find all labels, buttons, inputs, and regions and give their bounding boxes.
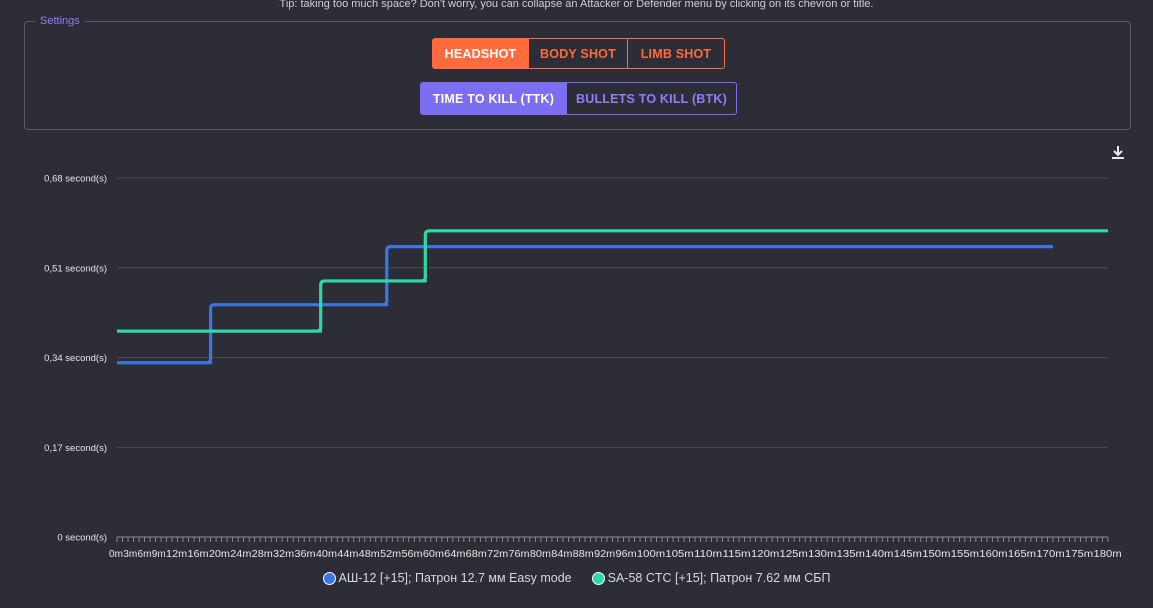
x-tick-label: 175m: [1065, 549, 1093, 560]
x-tick-label: 20m: [209, 549, 230, 560]
x-tick-label: 16m: [187, 549, 208, 560]
x-tick-label: 36m: [294, 549, 315, 560]
metric-toggle-group: TIME TO KILL (TTK) BULLETS TO KILL (BTK): [420, 82, 737, 115]
x-tick-label: 44m: [337, 549, 358, 560]
x-tick-label: 40m: [316, 549, 337, 560]
x-tick-label: 76m: [508, 549, 529, 560]
limb-shot-button[interactable]: LIMB SHOT: [628, 38, 725, 69]
legend-item-sa58[interactable]: SA-58 CTC [+15]; Патрон 7.62 мм СБП: [591, 571, 831, 585]
tip-text: Tip: taking too much space? Don't worry,…: [279, 0, 874, 10]
x-tick-label: 135m: [837, 549, 865, 560]
legend-item-ash12[interactable]: АШ-12 [+15]; Патрон 12.7 мм Easy mode: [322, 571, 572, 585]
x-tick-label: 120m: [751, 549, 779, 560]
x-tick-label: 60m: [423, 549, 444, 560]
x-tick-label: 3m: [123, 549, 137, 560]
series-line-ash12: [117, 245, 1053, 365]
x-tick-label: 72m: [487, 549, 508, 560]
legend-swatch: [322, 571, 336, 585]
x-tick-label: 155m: [951, 549, 979, 560]
legend-swatch: [591, 571, 605, 585]
body-shot-button[interactable]: BODY SHOT: [529, 38, 628, 69]
x-tick-label: 170m: [1036, 549, 1064, 560]
x-tick-label: 105m: [665, 549, 693, 560]
x-tick-label: 9m: [152, 549, 166, 560]
x-tick-label: 68m: [466, 549, 487, 560]
x-tick-label: 145m: [894, 549, 922, 560]
settings-panel: Settings HEADSHOT BODY SHOT LIMB SHOT TI…: [24, 14, 1131, 130]
x-tick-label: 48m: [359, 549, 380, 560]
hit-zone-toggle-group: HEADSHOT BODY SHOT LIMB SHOT: [432, 38, 725, 69]
x-tick-label: 24m: [230, 549, 251, 560]
y-tick-label: 0,34 second(s): [44, 353, 107, 364]
x-tick-label: 130m: [808, 549, 836, 560]
headshot-button[interactable]: HEADSHOT: [432, 38, 529, 69]
y-tick-label: 0,51 second(s): [44, 263, 107, 274]
x-tick-label: 115m: [723, 549, 751, 560]
y-tick-label: 0,17 second(s): [44, 443, 107, 454]
x-tick-label: 52m: [380, 549, 401, 560]
x-tick-label: 180m: [1093, 549, 1121, 560]
ttk-button[interactable]: TIME TO KILL (TTK): [420, 82, 567, 115]
x-tick-label: 140m: [865, 549, 893, 560]
x-tick-label: 80m: [530, 549, 551, 560]
x-tick-label: 12m: [166, 549, 187, 560]
legend-label: SA-58 CTC [+15]; Патрон 7.62 мм СБП: [607, 571, 831, 585]
x-tick-label: 32m: [273, 549, 294, 560]
x-tick-label: 64m: [444, 549, 465, 560]
settings-legend: Settings: [35, 14, 85, 28]
x-tick-label: 110m: [694, 549, 722, 560]
y-tick-label: 0 second(s): [57, 533, 107, 544]
x-tick-label: 160m: [979, 549, 1007, 560]
y-tick-label: 0,68 second(s): [44, 174, 107, 185]
x-tick-label: 165m: [1008, 549, 1036, 560]
x-tick-label: 92m: [594, 549, 615, 560]
x-tick-label: 150m: [922, 549, 950, 560]
x-tick-label: 125m: [780, 549, 808, 560]
ttk-chart: 0 second(s) 0,17 second(s) 0,34 second(s) 0…: [44, 174, 1122, 561]
x-tick-label: 28m: [252, 549, 273, 560]
x-tick-label: 84m: [551, 549, 572, 560]
x-tick-label: 6m: [138, 549, 152, 560]
x-tick-label: 0m: [109, 549, 123, 560]
x-tick-label: 100m: [637, 549, 665, 560]
btk-button[interactable]: BULLETS TO KILL (BTK): [567, 82, 737, 115]
x-tick-label: 56m: [401, 549, 422, 560]
x-tick-label: 96m: [616, 549, 637, 560]
legend-label: АШ-12 [+15]; Патрон 12.7 мм Easy mode: [338, 571, 572, 585]
x-tick-label: 88m: [573, 549, 594, 560]
chart-legend: АШ-12 [+15]; Патрон 12.7 мм Easy mode SA…: [0, 571, 1153, 585]
